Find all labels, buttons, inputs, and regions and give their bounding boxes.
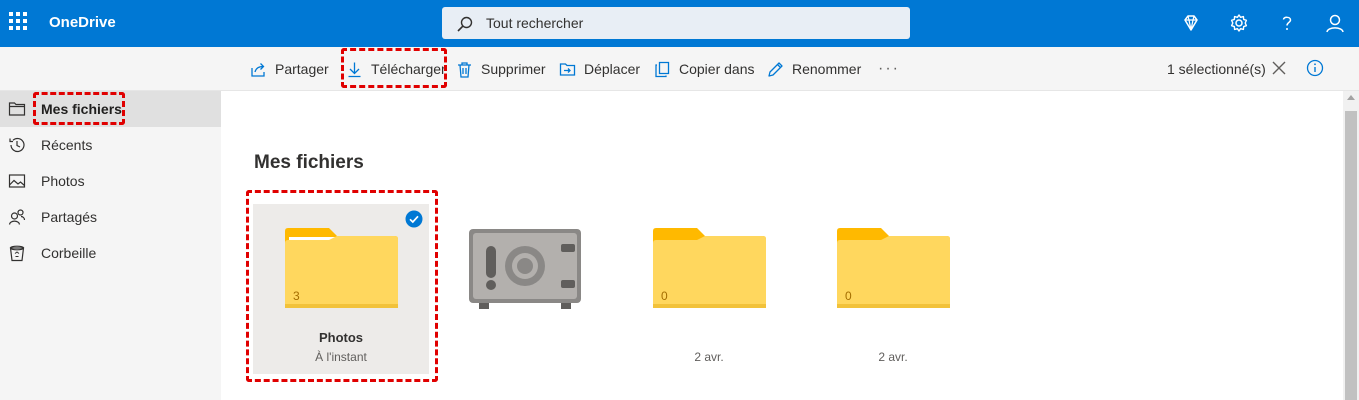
page-title: Mes fichiers: [254, 152, 364, 173]
top-bar: OneDrive Tout rechercher: [0, 0, 1359, 47]
sidebar-item-recycle-bin[interactable]: Corbeille: [0, 235, 221, 271]
app-launcher-icon[interactable]: [8, 11, 27, 30]
folder-icon: [285, 228, 398, 308]
folder-tile-photos[interactable]: 3 Photos À l'instant: [253, 204, 429, 374]
image-icon: [8, 174, 26, 188]
sidebar-item-label: Photos: [41, 173, 85, 189]
pencil-icon: [768, 61, 783, 77]
folder-tile[interactable]: 0 2 avr.: [805, 204, 981, 374]
search-box[interactable]: Tout rechercher: [442, 7, 910, 39]
scroll-up-icon[interactable]: [1347, 95, 1355, 100]
move-icon: [559, 62, 576, 76]
help-icon[interactable]: [1276, 12, 1298, 34]
account-icon[interactable]: [1324, 12, 1346, 34]
copy-icon: [655, 61, 670, 77]
sidebar-item-photos[interactable]: Photos: [0, 163, 221, 199]
folder-icon: [8, 102, 26, 116]
tile-modified: À l'instant: [315, 350, 367, 364]
download-label: Télécharger: [371, 61, 446, 77]
rename-label: Renommer: [792, 61, 862, 77]
tile-name[interactable]: Photos: [253, 330, 429, 345]
gear-icon[interactable]: [1228, 12, 1250, 34]
folder-tile[interactable]: 0 2 avr.: [621, 204, 797, 374]
copy-label: Copier dans: [679, 61, 755, 77]
sidebar-item-shared[interactable]: Partagés: [0, 199, 221, 235]
scroll-thumb[interactable]: [1345, 111, 1357, 400]
sidebar-item-label: Corbeille: [41, 245, 97, 261]
share-label: Partager: [275, 61, 329, 77]
share-button[interactable]: Partager: [250, 59, 329, 79]
sidebar-item-label: Récents: [41, 137, 93, 153]
item-count: 3: [293, 289, 300, 303]
recycle-bin-icon: [9, 245, 25, 262]
history-icon: [9, 137, 25, 153]
sidebar-item-recent[interactable]: Récents: [0, 127, 221, 163]
command-bar: Partager Télécharger Supprimer Déplacer …: [0, 47, 1359, 91]
diamond-icon[interactable]: [1180, 12, 1202, 34]
sidebar: Mes fichiers Récents Photos Partagés Cor…: [0, 91, 221, 400]
sidebar-item-my-files[interactable]: Mes fichiers: [0, 91, 221, 127]
sidebar-item-label: Mes fichiers: [41, 101, 122, 117]
info-icon[interactable]: [1306, 59, 1324, 77]
selection-count: 1 sélectionné(s): [1167, 61, 1266, 77]
item-count: 0: [845, 289, 852, 303]
rename-button[interactable]: Renommer: [767, 59, 861, 79]
main-content: Mes fichiers 3 Photos À l'instant 0 2 av…: [221, 91, 1343, 400]
item-count: 0: [661, 289, 668, 303]
close-icon[interactable]: [1271, 60, 1287, 76]
search-input[interactable]: Tout rechercher: [486, 15, 583, 31]
share-icon: [251, 62, 265, 77]
download-icon: [348, 62, 361, 77]
tile-modified: 2 avr.: [694, 350, 724, 364]
sidebar-item-label: Partagés: [41, 209, 98, 225]
folder-icon: [653, 228, 766, 308]
vault-tile[interactable]: [441, 204, 617, 374]
copy-button[interactable]: Copier dans: [654, 59, 755, 79]
download-button[interactable]: Télécharger: [346, 59, 446, 79]
scrollbar[interactable]: [1343, 91, 1359, 400]
tile-modified: 2 avr.: [878, 350, 908, 364]
checkmark-icon[interactable]: [405, 210, 423, 228]
move-label: Déplacer: [584, 61, 641, 77]
app-title[interactable]: OneDrive: [49, 14, 116, 31]
vault-icon: [469, 229, 581, 309]
delete-label: Supprimer: [481, 61, 546, 77]
search-icon: [457, 16, 473, 32]
folder-icon: [837, 228, 950, 308]
people-icon: [8, 209, 26, 225]
move-button[interactable]: Déplacer: [559, 59, 640, 79]
trash-icon: [458, 61, 471, 78]
more-actions-icon[interactable]: ···: [878, 60, 900, 78]
delete-button[interactable]: Supprimer: [456, 59, 546, 79]
